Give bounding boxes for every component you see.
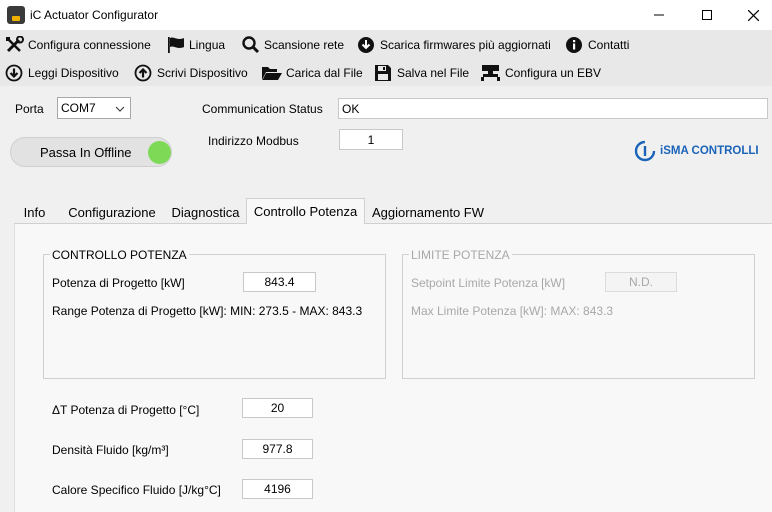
lingua-button[interactable]: Lingua [166,34,225,56]
arrow-up-circle-icon [134,64,152,82]
download-circle-icon [358,37,374,53]
lingua-label: Lingua [189,38,226,52]
toolbar: Configura connessione Lingua Scansione r… [0,30,772,86]
setpoint-limite-label: Setpoint Limite Potenza [kW] [411,276,566,290]
delta-t-input[interactable]: 20 [242,398,313,418]
salva-nel-file-label: Salva nel File [397,66,470,80]
carica-dal-file-button[interactable]: Carica dal File [261,62,363,84]
max-limite-text: Max Limite Potenza [kW]: MAX: 843.3 [411,304,614,318]
modbus-address-input[interactable]: 1 [339,129,403,150]
potenza-progetto-value: 843.4 [264,275,295,289]
configura-ebv-button[interactable]: Configura un EBV [480,62,601,84]
window-title: iC Actuator Configurator [30,8,159,22]
isma-logo-icon [634,140,656,162]
modbus-address-label: Indirizzo Modbus [208,134,299,148]
calore-specifico-label: Calore Specifico Fluido [J/kg°C] [52,483,221,497]
scrivi-dispositivo-button[interactable]: Scrivi Dispositivo [134,62,248,84]
setpoint-limite-value: N.D. [629,275,653,289]
folder-open-icon [262,67,282,80]
modbus-address-value: 1 [367,132,375,147]
online-status-indicator [148,141,171,164]
scrivi-dispositivo-label: Scrivi Dispositivo [157,66,248,80]
densita-fluido-input[interactable]: 977.8 [242,439,313,459]
tab-controllo-potenza-label: Controllo Potenza [253,204,358,219]
setpoint-limite-input: N.D. [605,272,677,292]
minimize-button[interactable] [636,0,682,30]
maximize-button[interactable] [684,0,730,30]
minimize-icon [654,14,664,16]
communication-status-value: OK [342,101,360,116]
contatti-label: Contatti [588,38,630,52]
potenza-progetto-label: Potenza di Progetto [kW] [52,276,185,290]
potenza-progetto-input[interactable]: 843.4 [243,272,316,292]
tab-diagnostica-label: Diagnostica [171,204,240,220]
floppy-icon [375,65,391,81]
calore-specifico-value: 4196 [264,482,291,496]
tab-aggiornamento-fw[interactable]: Aggiornamento FW [366,201,490,223]
close-button[interactable] [730,0,772,30]
tab-info-label: Info [23,204,46,220]
chevron-down-icon [115,106,125,112]
tab-info[interactable]: Info [14,201,55,223]
salva-nel-file-button[interactable]: Salva nel File [374,62,469,84]
limite-potenza-title: LIMITE POTENZA [409,248,512,262]
tab-controllo-potenza[interactable]: Controllo Potenza [246,198,365,224]
isma-logo: iSMA CONTROLLI [634,140,759,162]
contatti-button[interactable]: Contatti [565,34,629,56]
configura-connessione-label: Configura connessione [28,38,151,52]
densita-fluido-value: 977.8 [262,442,293,456]
port-select[interactable]: COM7 [57,97,131,119]
densita-fluido-label: Densità Fluido [kg/m³] [52,443,169,457]
maximize-icon [702,10,712,20]
scansione-rete-button[interactable]: Scansione rete [241,34,344,56]
configura-connessione-button[interactable]: Configura connessione [5,34,151,56]
offline-toggle-button[interactable]: Passa In Offline [10,137,172,167]
magnifier-icon [242,36,260,54]
controllo-potenza-title: CONTROLLO POTENZA [50,248,189,262]
tab-configurazione[interactable]: Configurazione [62,201,162,223]
port-label: Porta [15,102,44,116]
scarica-firmwares-label: Scarica firmwares più aggiornati [380,38,551,52]
brand-name: iSMA CONTROLLI [660,145,759,157]
calore-specifico-input[interactable]: 4196 [242,479,313,499]
scarica-firmwares-button[interactable]: Scarica firmwares più aggiornati [357,34,551,56]
communication-status-field: OK [338,98,768,119]
scansione-rete-label: Scansione rete [264,38,345,52]
title-bar: iC Actuator Configurator [0,0,772,30]
range-potenza-text: Range Potenza di Progetto [kW]: MIN: 273… [52,304,363,318]
tab-aggiornamento-fw-label: Aggiornamento FW [372,204,484,220]
arrow-down-circle-icon [5,64,23,82]
leggi-dispositivo-button[interactable]: Leggi Dispositivo [5,62,119,84]
device-icon [481,65,500,81]
offline-toggle-label: Passa In Offline [40,144,132,160]
delta-t-value: 20 [270,401,285,415]
tab-diagnostica[interactable]: Diagnostica [166,201,245,223]
flag-icon [168,37,184,53]
carica-dal-file-label: Carica dal File [286,66,363,80]
port-value: COM7 [61,101,96,115]
configura-ebv-label: Configura un EBV [505,66,602,80]
wrench-icon [6,36,24,53]
leggi-dispositivo-label: Leggi Dispositivo [28,66,119,80]
app-icon [7,6,25,24]
communication-status-label: Communication Status [202,102,323,116]
tab-configurazione-label: Configurazione [68,204,156,220]
info-icon [566,37,582,53]
delta-t-label: ΔT Potenza di Progetto [°C] [52,403,200,417]
close-icon [747,9,759,21]
